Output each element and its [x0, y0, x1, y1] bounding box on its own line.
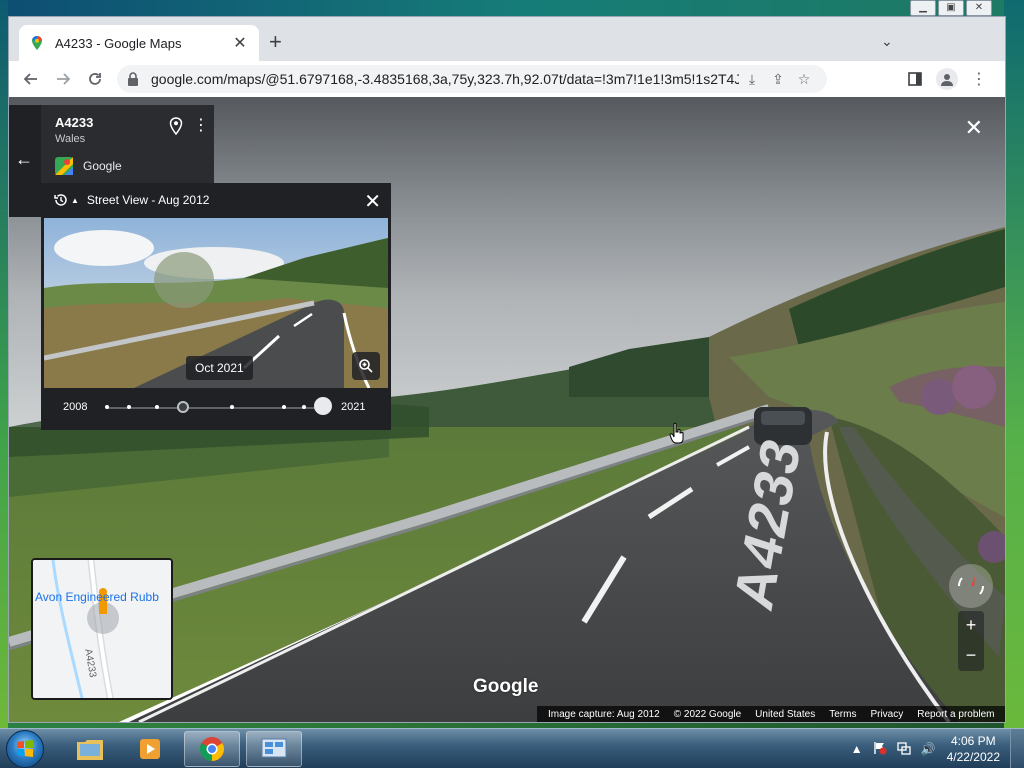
- back-button[interactable]: [15, 63, 47, 95]
- more-options-icon[interactable]: ⋮: [193, 115, 209, 135]
- history-icon[interactable]: [53, 192, 69, 208]
- desktop-background-left: [0, 0, 8, 728]
- clock[interactable]: 4:06 PM 4/22/2022: [947, 733, 1000, 765]
- tab-title: A4233 - Google Maps: [55, 35, 182, 51]
- zoom-in-icon: [359, 359, 373, 373]
- taskbar-media-player-button[interactable]: [122, 731, 178, 767]
- provider-name: Google: [83, 159, 122, 173]
- zoom-controls: + −: [958, 611, 984, 671]
- timeline-end-year: 2021: [341, 401, 366, 413]
- timeline-handle[interactable]: [314, 397, 332, 415]
- taskbar-chrome-button[interactable]: [184, 731, 240, 767]
- browser-toolbar: google.com/maps/@51.6797168,-3.4835168,3…: [9, 61, 1005, 97]
- timeline-point[interactable]: [282, 405, 286, 409]
- timeline-point[interactable]: [302, 405, 306, 409]
- back-to-map-button[interactable]: ←: [15, 149, 33, 170]
- preview-date-chip: Oct 2021: [186, 356, 253, 380]
- google-maps-icon: [55, 157, 73, 175]
- taskbar-explorer-button[interactable]: [62, 731, 118, 767]
- google-maps-icon: [32, 36, 42, 50]
- time-travel-preview-image[interactable]: Oct 2021: [44, 218, 388, 388]
- copyright-text: © 2022 Google: [673, 708, 742, 720]
- arrow-right-icon: [57, 73, 71, 85]
- zoom-out-button[interactable]: −: [958, 641, 984, 671]
- zoom-preview-button[interactable]: [352, 352, 380, 380]
- side-panel-icon[interactable]: [899, 65, 931, 93]
- compass-icon: [957, 576, 985, 596]
- close-time-travel-button[interactable]: ✕: [364, 189, 381, 214]
- timeline-start-year: 2008: [63, 401, 88, 413]
- hand-cursor-icon: [669, 422, 684, 444]
- google-logo: Google: [473, 676, 539, 697]
- provider-row: Google: [55, 157, 122, 175]
- clock-time: 4:06 PM: [950, 734, 996, 748]
- caret-up-icon[interactable]: ▲: [71, 196, 79, 205]
- folder-icon: [77, 740, 103, 760]
- new-tab-button[interactable]: +: [269, 31, 282, 53]
- url-text: google.com/maps/@51.6797168,-3.4835168,3…: [151, 71, 739, 87]
- minimize-button[interactable]: ▁: [910, 0, 936, 16]
- clock-date: 4/22/2022: [946, 750, 1000, 764]
- timeline-point[interactable]: [127, 405, 131, 409]
- timeline-slider[interactable]: 2008 2021: [41, 393, 391, 423]
- terms-link[interactable]: Terms: [829, 709, 856, 720]
- bookmark-star-icon[interactable]: ☆: [791, 71, 817, 88]
- system-tray: ▲ 🔊 4:06 PM 4/22/2022: [846, 729, 1024, 768]
- reload-button[interactable]: [79, 63, 111, 95]
- close-window-button[interactable]: ✕: [966, 0, 992, 16]
- profile-avatar[interactable]: [936, 68, 958, 90]
- maximize-button[interactable]: ▣: [938, 0, 964, 16]
- taskbar: ▲ 🔊 4:06 PM 4/22/2022: [0, 728, 1024, 768]
- action-center-flag-icon[interactable]: [873, 741, 887, 758]
- zoom-in-button[interactable]: +: [958, 611, 984, 641]
- report-problem-link[interactable]: Report a problem: [917, 709, 994, 720]
- place-subtitle: Wales: [55, 133, 86, 145]
- time-travel-panel: ▲ Street View - Aug 2012 ✕ Oct 2021 2008…: [41, 183, 391, 430]
- media-player-icon: [140, 739, 160, 759]
- network-icon[interactable]: [897, 741, 911, 758]
- forward-button[interactable]: [47, 63, 79, 95]
- control-panel-icon: [261, 738, 287, 758]
- region-link[interactable]: United States: [755, 709, 815, 720]
- location-pin-icon[interactable]: [169, 117, 183, 135]
- tab-search-icon[interactable]: ⌄: [881, 33, 893, 50]
- share-icon[interactable]: ⇪: [765, 71, 791, 88]
- desktop-background-right: [1004, 0, 1024, 728]
- tab-strip: A4233 - Google Maps ✕ + ⌄: [9, 17, 1005, 61]
- minimap-poi-label: Avon Engineered Rubb: [35, 590, 159, 604]
- timeline-point[interactable]: [155, 405, 159, 409]
- chrome-icon: [199, 737, 225, 761]
- time-travel-header: ▲ Street View - Aug 2012: [41, 183, 391, 217]
- compass-button[interactable]: [949, 564, 993, 608]
- minimap[interactable]: Avon Engineered Rubb A4233: [31, 558, 173, 700]
- chrome-window: A4233 - Google Maps ✕ + ⌄ google.com/map…: [8, 16, 1006, 723]
- image-capture-date: Image capture: Aug 2012: [548, 708, 660, 720]
- windows-logo-icon: [17, 740, 33, 757]
- reload-icon: [89, 73, 101, 85]
- volume-icon[interactable]: 🔊: [921, 742, 936, 756]
- timeline-point[interactable]: [230, 405, 234, 409]
- place-title: A4233: [55, 115, 94, 130]
- show-hidden-icons-icon[interactable]: ▲: [851, 742, 863, 756]
- show-desktop-button[interactable]: [1010, 729, 1024, 768]
- chrome-menu-icon[interactable]: ⋮: [963, 65, 995, 93]
- tab-close-icon[interactable]: ✕: [231, 33, 249, 53]
- address-bar[interactable]: google.com/maps/@51.6797168,-3.4835168,3…: [117, 65, 827, 93]
- toolbar-actions: ⋮: [899, 65, 995, 93]
- time-travel-title: Street View - Aug 2012: [86, 193, 210, 207]
- timeline-track: [107, 407, 331, 409]
- timeline-point[interactable]: [105, 405, 109, 409]
- start-button[interactable]: [6, 730, 44, 768]
- arrow-left-icon: [23, 73, 37, 85]
- tab-google-maps[interactable]: A4233 - Google Maps ✕: [19, 25, 259, 61]
- taskbar-control-panel-button[interactable]: [246, 731, 302, 767]
- timeline-selected-point[interactable]: [177, 401, 189, 413]
- lock-icon: [128, 72, 138, 86]
- close-street-view-button[interactable]: ✕: [965, 115, 983, 141]
- attribution-bar: Image capture: Aug 2012 © 2022 Google Un…: [537, 706, 1005, 722]
- privacy-link[interactable]: Privacy: [870, 709, 903, 720]
- install-app-icon[interactable]: ⤓: [739, 71, 765, 88]
- street-view-viewport[interactable]: A4233 ✕ ← A4233 Wales ⋮ Google ▲ Street …: [9, 97, 1005, 722]
